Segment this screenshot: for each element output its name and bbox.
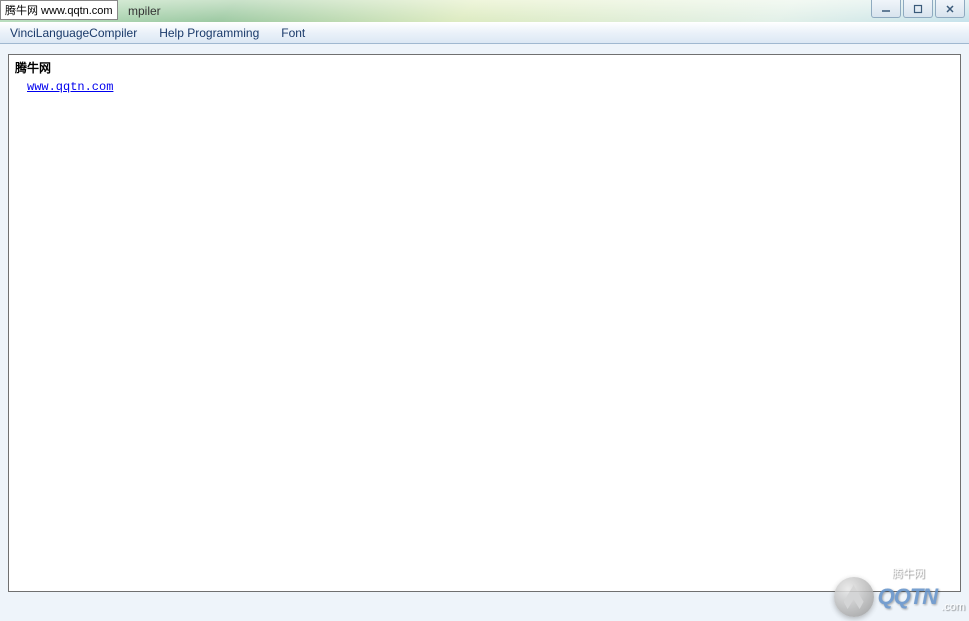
watermark-label: 腾牛网 [892,565,925,581]
window-controls [871,0,965,18]
app-window: 腾牛网 www.qqtn.com mpiler VinciLanguageCom… [0,0,969,621]
menu-font[interactable]: Font [277,24,309,42]
content-link[interactable]: www.qqtn.com [27,80,113,94]
maximize-button[interactable] [903,0,933,18]
close-button[interactable] [935,0,965,18]
maximize-icon [913,4,923,14]
minimize-icon [881,4,891,14]
menu-vincilanguagecompiler[interactable]: VinciLanguageCompiler [6,24,141,42]
titlebar-overlay-label: 腾牛网 www.qqtn.com [0,0,118,20]
watermark-logo-icon [834,577,874,617]
watermark: 腾牛网 QQTN .com [834,577,965,617]
watermark-suffix: .com [941,601,965,613]
watermark-brand: QQTN [878,584,938,610]
window-title: mpiler [128,4,161,18]
client-area: 腾牛网 www.qqtn.com [0,44,969,621]
close-icon [945,4,955,14]
titlebar[interactable]: 腾牛网 www.qqtn.com mpiler [0,0,969,22]
minimize-button[interactable] [871,0,901,18]
menu-help-programming[interactable]: Help Programming [155,24,263,42]
content-box[interactable]: 腾牛网 www.qqtn.com [8,54,961,592]
content-heading: 腾牛网 [15,59,954,77]
menubar: VinciLanguageCompiler Help Programming F… [0,22,969,44]
